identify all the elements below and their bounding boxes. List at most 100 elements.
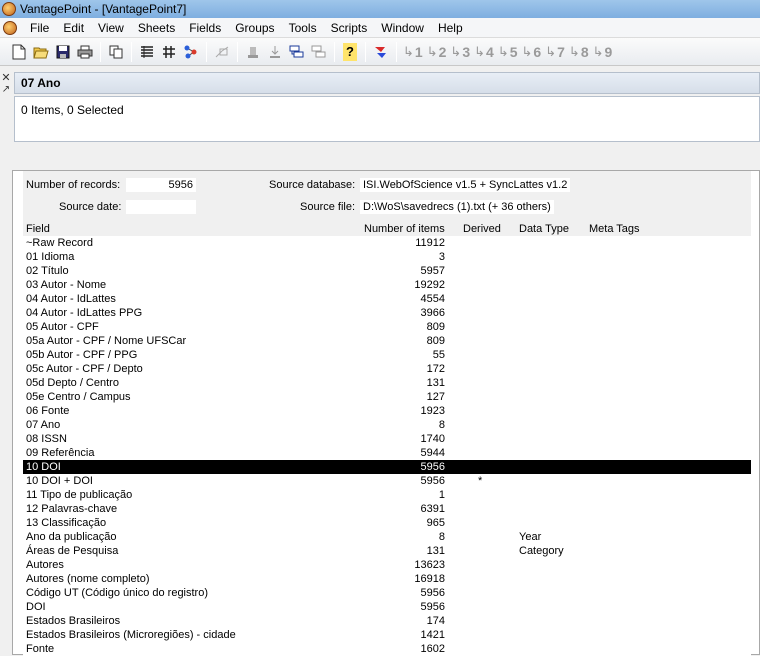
table-row[interactable]: 09 Referência 5944 bbox=[23, 446, 751, 460]
item-count-cell: 965 bbox=[426, 517, 445, 529]
group-2-button[interactable]: ↳ 2 bbox=[425, 41, 449, 63]
menu-window[interactable]: Window bbox=[374, 18, 431, 38]
group-arrow-icon: ↳ bbox=[521, 43, 533, 59]
table-row[interactable]: 02 Título 5957 bbox=[23, 264, 751, 278]
table-row[interactable]: 05c Autor - CPF / Depto 172 bbox=[23, 362, 751, 376]
table-row[interactable]: 11 Tipo de publicação 1 bbox=[23, 488, 751, 502]
column-header-derived[interactable]: Derived bbox=[463, 223, 501, 235]
print-icon[interactable] bbox=[74, 41, 96, 63]
copy-icon[interactable] bbox=[105, 41, 127, 63]
pin-icon[interactable]: ↗ bbox=[0, 85, 12, 97]
field-name-cell: 02 Título bbox=[26, 265, 69, 277]
table-row[interactable]: 12 Palavras-chave 6391 bbox=[23, 502, 751, 516]
table-row[interactable]: 03 Autor - Nome 19292 bbox=[23, 278, 751, 292]
table-row[interactable]: 08 ISSN 1740 bbox=[23, 432, 751, 446]
marker-icon[interactable] bbox=[370, 41, 392, 63]
data-type-cell: Year bbox=[519, 531, 542, 543]
app-icon bbox=[2, 2, 16, 16]
toolbar-separator bbox=[365, 41, 366, 62]
field-name-cell: 05c Autor - CPF / Depto bbox=[26, 363, 143, 375]
table-row[interactable]: Ano da publicação 8 Year bbox=[23, 530, 751, 544]
sort-icon[interactable] bbox=[242, 41, 264, 63]
group-7-button[interactable]: ↳ 7 bbox=[543, 41, 567, 63]
new-icon[interactable] bbox=[8, 41, 30, 63]
disabled-icon[interactable] bbox=[211, 41, 233, 63]
table-row[interactable]: Código UT (Código único do registro) 5956 bbox=[23, 586, 751, 600]
table-row[interactable]: 05d Depto / Centro 131 bbox=[23, 376, 751, 390]
field-name-cell: Código UT (Código único do registro) bbox=[26, 587, 208, 599]
group-9-button[interactable]: ↳ 9 bbox=[591, 41, 615, 63]
menu-fields[interactable]: Fields bbox=[182, 18, 228, 38]
field-name-cell: 05b Autor - CPF / PPG bbox=[26, 349, 138, 361]
field-name-cell: Estados Brasileiros bbox=[26, 615, 121, 627]
group-6-button[interactable]: ↳ 6 bbox=[520, 41, 544, 63]
menu-view[interactable]: View bbox=[91, 18, 131, 38]
group-8-button[interactable]: ↳ 8 bbox=[567, 41, 591, 63]
column-header-meta-tags[interactable]: Meta Tags bbox=[589, 223, 640, 235]
title-bar: VantagePoint - [VantagePoint7] bbox=[0, 0, 760, 18]
table-row[interactable]: 04 Autor - IdLattes PPG 3966 bbox=[23, 306, 751, 320]
table-row[interactable]: 01 Idioma 3 bbox=[23, 250, 751, 264]
item-count-cell: 172 bbox=[426, 363, 445, 375]
table-row[interactable]: 05a Autor - CPF / Nome UFSCar 809 bbox=[23, 334, 751, 348]
table-row[interactable]: ~Raw Record 11912 bbox=[23, 236, 751, 250]
table-row[interactable]: Autores 13623 bbox=[23, 558, 751, 572]
source-file-label: Source file: bbox=[300, 201, 356, 213]
toolbar-separator bbox=[237, 41, 238, 62]
group-5-button[interactable]: ↳ 5 bbox=[496, 41, 520, 63]
system-menu-icon[interactable] bbox=[3, 20, 17, 35]
matrix-icon[interactable] bbox=[158, 41, 180, 63]
table-row[interactable]: 04 Autor - IdLattes 4554 bbox=[23, 292, 751, 306]
item-count-cell: 3966 bbox=[420, 307, 445, 319]
group-alt-icon[interactable] bbox=[308, 41, 330, 63]
save-icon[interactable] bbox=[52, 41, 74, 63]
sort-down-icon[interactable] bbox=[264, 41, 286, 63]
records-label: Number of records: bbox=[26, 179, 121, 191]
source-date-value bbox=[126, 200, 196, 214]
column-header-data-type[interactable]: Data Type bbox=[519, 223, 569, 235]
menu-groups[interactable]: Groups bbox=[228, 18, 281, 38]
table-row[interactable]: 10 DOI 5956 bbox=[23, 460, 751, 474]
menu-sheets[interactable]: Sheets bbox=[131, 18, 182, 38]
menu-scripts[interactable]: Scripts bbox=[324, 18, 375, 38]
table-row[interactable]: Estados Brasileiros (Microregiões) - cid… bbox=[23, 628, 751, 642]
menu-help[interactable]: Help bbox=[431, 18, 470, 38]
group-icon[interactable] bbox=[286, 41, 308, 63]
table-row[interactable]: Estados Brasileiros 174 bbox=[23, 614, 751, 628]
map-icon[interactable] bbox=[180, 41, 202, 63]
table-row[interactable]: DOI 5956 bbox=[23, 600, 751, 614]
table-row[interactable]: 10 DOI + DOI 5956 * bbox=[23, 474, 751, 488]
table-row[interactable]: 06 Fonte 1923 bbox=[23, 404, 751, 418]
group-1-button[interactable]: ↳ 1 bbox=[401, 41, 425, 63]
table-row[interactable]: Autores (nome completo) 16918 bbox=[23, 572, 751, 586]
open-icon[interactable] bbox=[30, 41, 52, 63]
item-count-cell: 1923 bbox=[420, 405, 445, 417]
table-row[interactable]: Fonte 1602 bbox=[23, 642, 751, 656]
toolbar-separator bbox=[206, 41, 207, 62]
group-3-button[interactable]: ↳ 3 bbox=[448, 41, 472, 63]
column-header-field[interactable]: Field bbox=[26, 223, 50, 235]
field-name-cell: Autores bbox=[26, 559, 64, 571]
list-icon[interactable] bbox=[136, 41, 158, 63]
field-name-cell: 08 ISSN bbox=[26, 433, 67, 445]
table-row[interactable]: 05b Autor - CPF / PPG 55 bbox=[23, 348, 751, 362]
group-4-button[interactable]: ↳ 4 bbox=[472, 41, 496, 63]
item-count-cell: 5956 bbox=[420, 601, 445, 613]
menu-edit[interactable]: Edit bbox=[56, 18, 91, 38]
table-row[interactable]: 05e Centro / Campus 127 bbox=[23, 390, 751, 404]
menu-bar: File Edit View Sheets Fields Groups Tool… bbox=[0, 18, 760, 38]
menu-tools[interactable]: Tools bbox=[282, 18, 324, 38]
table-row[interactable]: Áreas de Pesquisa 131 Category bbox=[23, 544, 751, 558]
summary-content: Number of records: 5956 Source database:… bbox=[23, 171, 751, 656]
column-header-items[interactable]: Number of items bbox=[364, 223, 445, 235]
item-count-cell: 11912 bbox=[415, 237, 445, 249]
item-count-cell: 809 bbox=[426, 335, 445, 347]
field-name-cell: 05a Autor - CPF / Nome UFSCar bbox=[26, 335, 187, 347]
table-row[interactable]: 07 Ano 8 bbox=[23, 418, 751, 432]
help-icon[interactable]: ? bbox=[343, 42, 357, 61]
group-arrow-icon: ↳ bbox=[403, 43, 414, 59]
table-row[interactable]: 13 Classificação 965 bbox=[23, 516, 751, 530]
item-count-cell: 8 bbox=[438, 419, 445, 431]
menu-file[interactable]: File bbox=[23, 18, 56, 38]
table-row[interactable]: 05 Autor - CPF 809 bbox=[23, 320, 751, 334]
